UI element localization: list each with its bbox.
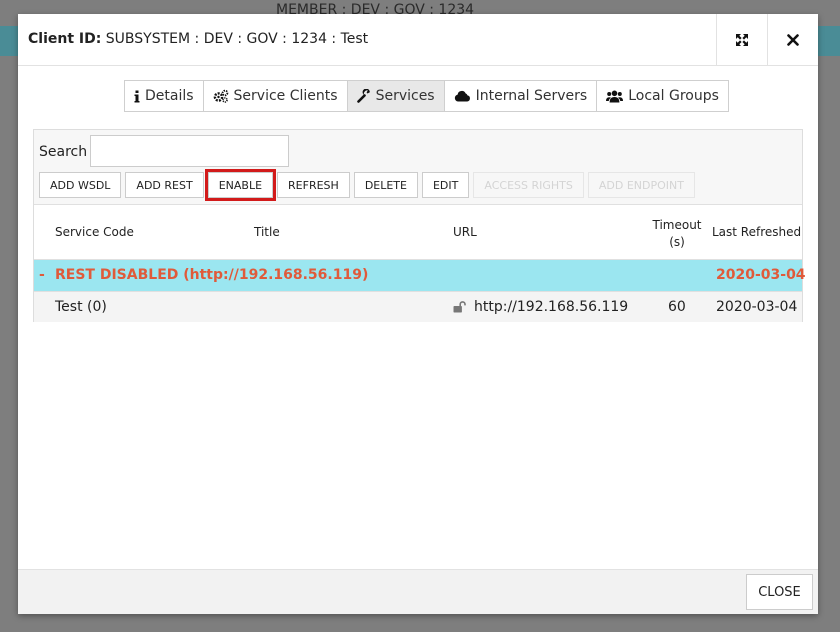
expand-button[interactable] — [716, 14, 767, 65]
edit-button[interactable]: EDIT — [421, 172, 470, 198]
dialog-title-label: Client ID: — [28, 31, 102, 47]
service-group-name: REST DISABLED (http://192.168.56.119) — [55, 267, 369, 283]
search-input[interactable] — [90, 135, 289, 167]
column-header-timeout[interactable]: Timeout (s) — [651, 217, 703, 251]
service-url: http://192.168.56.119 — [474, 299, 629, 315]
service-timeout: 60 — [668, 299, 686, 315]
access-rights-button[interactable]: ACCESS RIGHTS — [473, 172, 584, 198]
users-icon — [606, 90, 624, 103]
dialog-header: Client ID: SUBSYSTEM : DEV : GOV : 1234 … — [18, 14, 818, 66]
column-header-url[interactable]: URL — [453, 225, 477, 239]
unlock-icon — [453, 301, 467, 317]
add-endpoint-button[interactable]: ADD ENDPOINT — [587, 172, 695, 198]
dialog-title-value: SUBSYSTEM : DEV : GOV : 1234 : Test — [105, 31, 369, 47]
action-buttons: ADD WSDL ADD REST ENABLE REFRESH DELETE … — [39, 169, 695, 201]
service-row[interactable]: Test (0) http://192.168.56.119 60 2020-0… — [34, 291, 802, 322]
client-dialog: Client ID: SUBSYSTEM : DEV : GOV : 1234 … — [18, 14, 818, 614]
tab-services-label: Services — [375, 88, 435, 104]
tab-details-label: Details — [145, 88, 194, 104]
enable-button[interactable]: ENABLE — [204, 169, 277, 201]
close-button[interactable]: CLOSE — [746, 574, 813, 610]
add-rest-button[interactable]: ADD REST — [125, 172, 204, 198]
tab-local-groups-label: Local Groups — [628, 88, 719, 104]
gears-icon — [213, 89, 229, 103]
cloud-icon — [454, 90, 471, 102]
tab-service-clients-label: Service Clients — [233, 88, 338, 104]
service-group-last-refreshed: 2020-03-04 — [716, 267, 806, 283]
column-header-title[interactable]: Title — [254, 225, 280, 239]
tab-bar: Details Service Clients Services Interna… — [124, 80, 729, 112]
dialog-footer: CLOSE — [18, 569, 818, 614]
collapse-toggle[interactable]: - — [39, 267, 45, 283]
services-toolbar: Search ADD WSDL ADD REST ENABLE REFRESH … — [34, 130, 802, 205]
search-label: Search — [39, 144, 88, 160]
expand-icon — [735, 33, 749, 47]
dialog-title: Client ID: SUBSYSTEM : DEV : GOV : 1234 … — [28, 31, 368, 47]
close-x-button[interactable] — [767, 14, 818, 65]
column-header-last-refreshed[interactable]: Last Refreshed — [712, 225, 801, 239]
column-header-service-code[interactable]: Service Code — [55, 225, 134, 239]
tab-service-clients[interactable]: Service Clients — [202, 81, 347, 111]
tab-internal-servers[interactable]: Internal Servers — [443, 81, 597, 111]
service-code[interactable]: Test (0) — [55, 299, 107, 315]
info-icon — [134, 90, 140, 103]
tab-services[interactable]: Services — [346, 81, 444, 111]
tab-local-groups[interactable]: Local Groups — [596, 81, 728, 111]
service-group-row[interactable]: - REST DISABLED (http://192.168.56.119) … — [34, 260, 806, 291]
refresh-button[interactable]: REFRESH — [277, 172, 350, 198]
tab-details[interactable]: Details — [125, 81, 203, 111]
close-icon — [787, 33, 799, 46]
wrench-icon — [356, 89, 371, 103]
tab-internal-servers-label: Internal Servers — [475, 88, 588, 104]
services-panel: Search ADD WSDL ADD REST ENABLE REFRESH … — [33, 129, 806, 322]
add-wsdl-button[interactable]: ADD WSDL — [39, 172, 122, 198]
service-last-refreshed: 2020-03-04 — [716, 299, 798, 315]
delete-button[interactable]: DELETE — [353, 172, 418, 198]
table-header: Service Code Title URL Timeout (s) Last … — [34, 205, 802, 260]
